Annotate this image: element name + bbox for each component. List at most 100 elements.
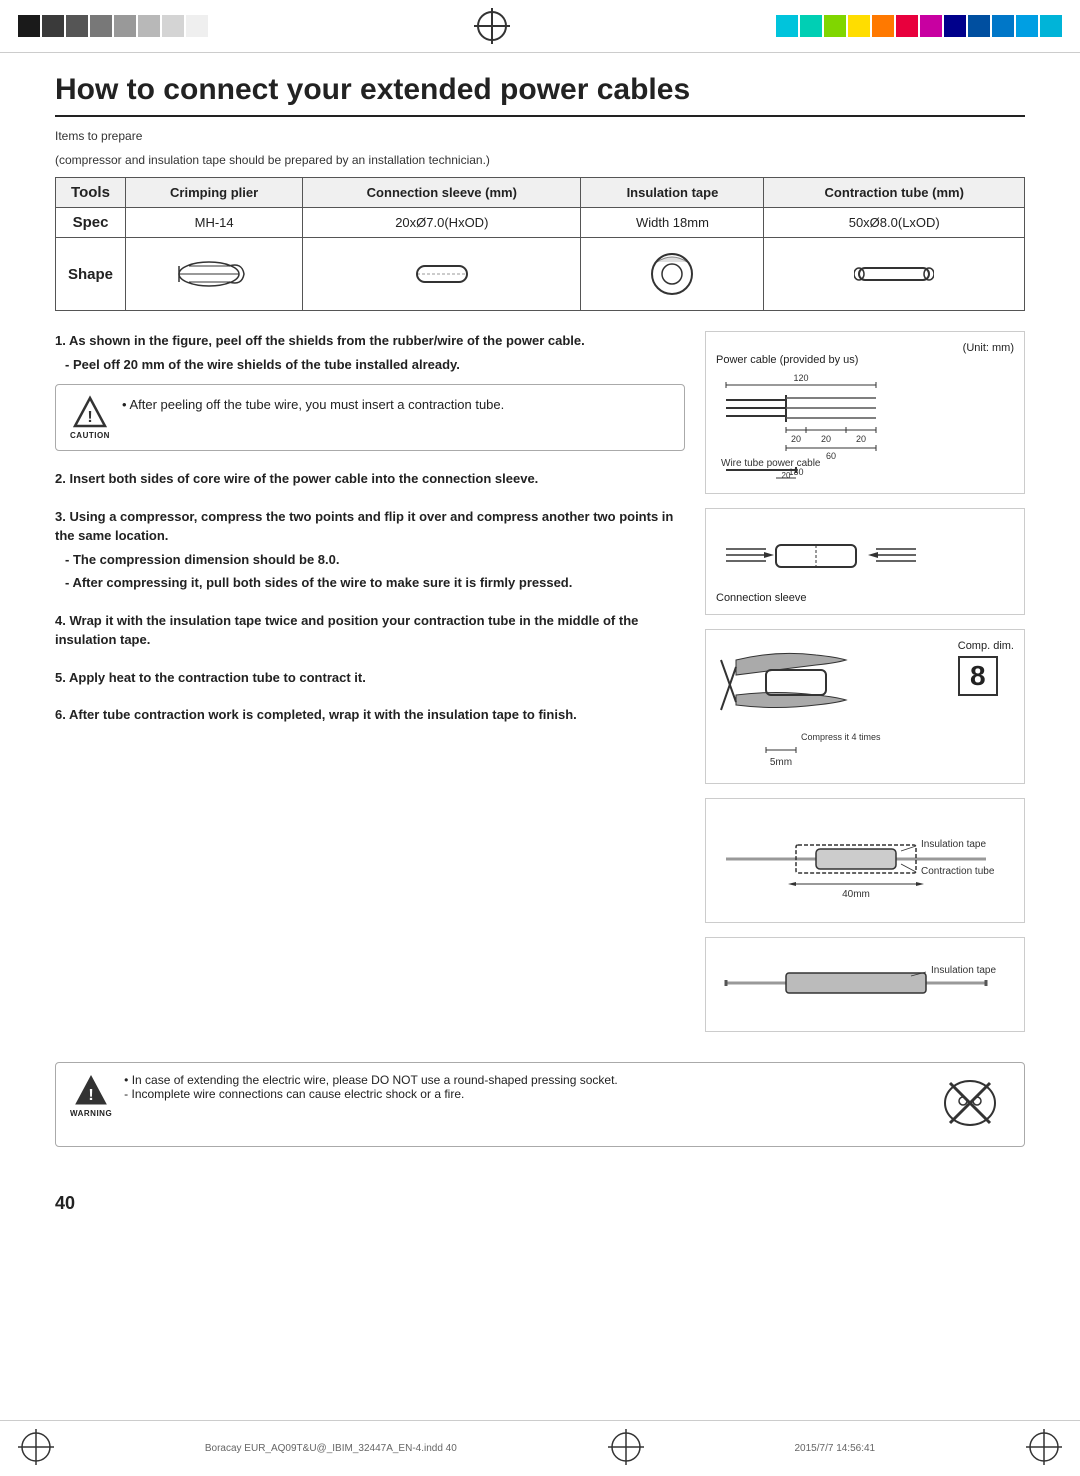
spec-contraction: 50xØ8.0(LxOD): [764, 208, 1025, 238]
comp-dim-label: Comp. dim.: [958, 640, 1014, 652]
diagram-compress: 5mm Compress it 4 times Comp. dim. 8: [705, 629, 1025, 784]
col-tools: Tools: [56, 178, 126, 208]
items-prepare-line1: Items to prepare: [55, 129, 1025, 143]
warning-illustration: [930, 1073, 1010, 1136]
step-3-text: 3. Using a compressor, compress the two …: [55, 507, 685, 546]
swatch: [186, 15, 208, 37]
registration-mark-center: [208, 8, 776, 44]
connection-sleeve-svg: [716, 519, 996, 599]
step-3-sub1: - The compression dimension should be 8.…: [55, 550, 685, 570]
warning-text: • In case of extending the electric wire…: [124, 1073, 918, 1101]
swatch: [992, 15, 1014, 37]
swatch: [872, 15, 894, 37]
page-title: How to connect your extended power cable…: [55, 73, 1025, 117]
svg-text:!: !: [88, 1087, 93, 1104]
table-spec-row: Spec MH-14 20xØ7.0(HxOD) Width 18mm 50xØ…: [56, 208, 1025, 238]
step-6-text: 6. After tube contraction work is comple…: [55, 705, 685, 725]
svg-text:!: !: [87, 409, 92, 426]
page-content: How to connect your extended power cable…: [0, 53, 1080, 1183]
step-2: 2. Insert both sides of core wire of the…: [55, 469, 685, 489]
swatch: [968, 15, 990, 37]
shape-insulation: [581, 238, 764, 311]
compress-illustration: 5mm Compress it 4 times: [716, 640, 886, 773]
diagram-power-cable: (Unit: mm) Power cable (provided by us): [705, 331, 1025, 494]
col-contraction: Contraction tube (mm): [764, 178, 1025, 208]
col-insulation: Insulation tape: [581, 178, 764, 208]
footer-file: Boracay EUR_AQ09T&U@_IBIM_32447A_EN-4.in…: [205, 1443, 457, 1454]
color-swatches-right: [776, 15, 1062, 37]
swatch: [776, 15, 798, 37]
step-3-sub2: - After compressing it, pull both sides …: [55, 573, 685, 593]
warning-box: ! WARNING • In case of extending the ele…: [55, 1062, 1025, 1147]
caution-icon: ! CAUTION: [70, 395, 110, 440]
diagrams-column: (Unit: mm) Power cable (provided by us): [705, 331, 1025, 1046]
shape-label: Shape: [56, 238, 126, 311]
items-prepare-line2: (compressor and insulation tape should b…: [55, 153, 1025, 167]
swatch: [90, 15, 112, 37]
diagram-connection-sleeve: Connection sleeve: [705, 508, 1025, 615]
step-4: 4. Wrap it with the insulation tape twic…: [55, 611, 685, 650]
main-layout: 1. As shown in the figure, peel off the …: [55, 331, 1025, 1046]
caution-box: ! CAUTION • After peeling off the tube w…: [55, 384, 685, 451]
svg-text:5mm: 5mm: [770, 757, 792, 768]
diagram-final-tape: Insulation tape: [705, 937, 1025, 1032]
svg-text:120: 120: [793, 373, 808, 383]
final-tape-svg: Insulation tape: [716, 948, 996, 1018]
swatch: [848, 15, 870, 37]
svg-text:Contraction tube: Contraction tube: [921, 866, 995, 877]
warning-label: WARNING: [70, 1109, 112, 1118]
svg-text:40mm: 40mm: [842, 889, 870, 900]
page-number: 40: [55, 1193, 1080, 1214]
bottom-reg-left: [18, 1429, 54, 1468]
swatch: [1040, 15, 1062, 37]
step-4-text: 4. Wrap it with the insulation tape twic…: [55, 611, 685, 650]
svg-text:Insulation tape: Insulation tape: [921, 839, 986, 850]
sleeve-illustration: [313, 244, 570, 304]
warning-line-2: - Incomplete wire connections can cause …: [124, 1087, 918, 1101]
step-5: 5. Apply heat to the contraction tube to…: [55, 668, 685, 688]
svg-text:Wire tube power cable: Wire tube power cable: [721, 458, 821, 469]
diagram-insulation-contraction: 40mm Insulation tape Contraction tube: [705, 798, 1025, 923]
warning-icon: ! WARNING: [70, 1073, 112, 1118]
svg-text:20: 20: [821, 434, 831, 444]
swatch: [944, 15, 966, 37]
swatch: [162, 15, 184, 37]
shape-sleeve: [303, 238, 581, 311]
step-1-text: 1. As shown in the figure, peel off the …: [55, 331, 685, 351]
step-1: 1. As shown in the figure, peel off the …: [55, 331, 685, 451]
color-swatches-left: [18, 15, 208, 37]
swatch: [1016, 15, 1038, 37]
tape-illustration: [591, 244, 753, 304]
step-3: 3. Using a compressor, compress the two …: [55, 507, 685, 593]
swatch: [896, 15, 918, 37]
spec-label: Spec: [56, 208, 126, 238]
comp-dim-number: 8: [958, 656, 998, 696]
top-bar: [0, 0, 1080, 53]
bottom-reg-right: [1026, 1429, 1062, 1468]
comp-dim-info: Comp. dim. 8: [958, 640, 1014, 696]
tools-table: Tools Crimping plier Connection sleeve (…: [55, 177, 1025, 311]
steps-column: 1. As shown in the figure, peel off the …: [55, 331, 685, 1046]
svg-text:Insulation tape: Insulation tape: [931, 965, 996, 976]
swatch: [42, 15, 64, 37]
swatch: [114, 15, 136, 37]
caution-text: • After peeling off the tube wire, you m…: [122, 395, 504, 419]
step-5-text: 5. Apply heat to the contraction tube to…: [55, 668, 685, 688]
spec-mh14: MH-14: [126, 208, 303, 238]
caution-label: CAUTION: [70, 431, 110, 440]
tube-illustration: [774, 244, 1014, 304]
crimping-plier-illustration: [136, 244, 292, 304]
shape-contraction: [764, 238, 1025, 311]
table-header-row: Tools Crimping plier Connection sleeve (…: [56, 178, 1025, 208]
swatch: [18, 15, 40, 37]
step-2-text: 2. Insert both sides of core wire of the…: [55, 469, 685, 489]
unit-label: (Unit: mm): [716, 342, 1014, 354]
svg-text:20: 20: [782, 471, 791, 480]
swatch: [138, 15, 160, 37]
swatch: [800, 15, 822, 37]
spec-insulation: Width 18mm: [581, 208, 764, 238]
swatch: [66, 15, 88, 37]
swatch: [824, 15, 846, 37]
svg-text:60: 60: [826, 451, 836, 461]
spec-sleeve: 20xØ7.0(HxOD): [303, 208, 581, 238]
